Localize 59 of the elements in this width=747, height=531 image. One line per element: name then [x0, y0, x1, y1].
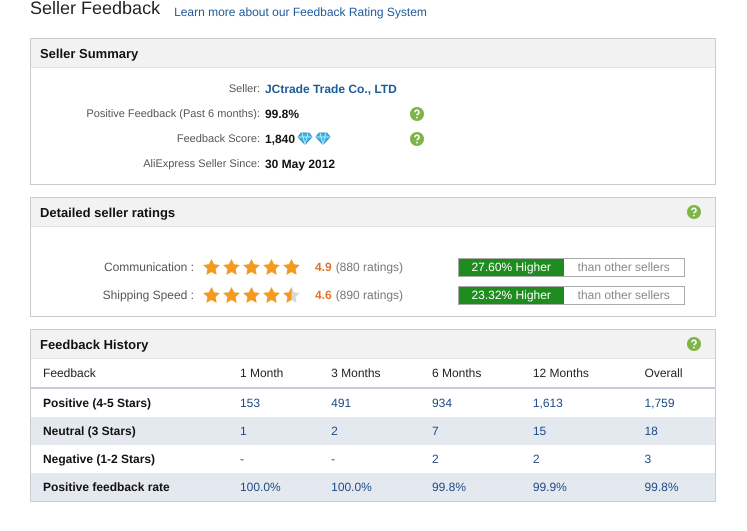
table-cell: 15 — [520, 417, 632, 445]
help-icon[interactable] — [410, 132, 424, 146]
seller-link[interactable]: JCtrade Trade Co., LTD — [265, 82, 397, 96]
field-value: 99.8% — [265, 106, 300, 120]
table-cell: 3 — [632, 445, 715, 473]
table-cell: 99.8% — [420, 473, 521, 501]
field-value: 30 May 2012 — [265, 156, 336, 170]
column-header: Overall — [632, 359, 715, 388]
field-label: Seller: — [228, 82, 260, 94]
row-label: Positive (4-5 Stars) — [31, 388, 228, 417]
table-cell: 1,759 — [632, 388, 715, 417]
field-label: AliExpress Seller Since: — [142, 158, 260, 170]
field-label: Feedback Score: — [176, 132, 260, 144]
comparison-text: than other sellers — [576, 258, 671, 276]
help-icon[interactable] — [687, 205, 701, 219]
rating-label: Communication : — [102, 260, 194, 274]
table-cell: 18 — [632, 417, 715, 445]
column-header: 12 Months — [520, 359, 632, 388]
table-cell: 153 — [228, 388, 320, 417]
rating-count: (880 ratings) — [336, 260, 404, 274]
column-header: 6 Months — [420, 359, 521, 388]
table-cell: 2 — [420, 445, 521, 473]
help-icon[interactable] — [410, 106, 424, 120]
learn-more-link[interactable]: Learn more about our Feedback Rating System — [174, 5, 427, 19]
field-label: Positive Feedback (Past 6 months): — [85, 108, 260, 120]
rating-count: (890 ratings) — [336, 288, 404, 302]
table-cell: 100.0% — [319, 473, 420, 501]
field-value: 1,840 — [265, 132, 296, 146]
table-cell: 7 — [420, 417, 521, 445]
table-cell: 99.9% — [520, 473, 632, 501]
row-label: Positive feedback rate — [31, 473, 228, 501]
table-cell: 2 — [520, 445, 632, 473]
table-cell: 1,613 — [520, 388, 632, 417]
table-cell: 934 — [420, 388, 521, 417]
panel-title: Seller Summary — [40, 46, 138, 60]
page-title: Seller Feedback — [30, 0, 160, 19]
table-cell: 2 — [319, 417, 420, 445]
diamond-icon — [297, 132, 314, 145]
panel-title: Feedback History — [40, 336, 148, 352]
column-header: 3 Months — [319, 359, 420, 388]
table-cell: 99.8% — [632, 473, 715, 501]
table-cell: 1 — [228, 417, 320, 445]
row-label: Neutral (3 Stars) — [31, 417, 228, 445]
table-cell: 491 — [319, 388, 420, 417]
table-cell: 100.0% — [228, 473, 320, 501]
comparison-text: than other sellers — [576, 286, 671, 304]
row-label: Negative (1-2 Stars) — [31, 445, 228, 473]
rating-label: Shipping Speed : — [102, 288, 194, 302]
help-icon[interactable] — [687, 337, 701, 351]
comparison-label: 23.32% Higher — [458, 286, 564, 304]
comparison-label: 27.60% Higher — [458, 258, 564, 276]
table-cell: - — [319, 445, 420, 473]
column-header: Feedback — [31, 359, 228, 388]
rating-score: 4.6 — [315, 288, 332, 302]
panel-title: Detailed seller ratings — [40, 204, 176, 220]
table-cell: - — [228, 445, 320, 473]
rating-score: 4.9 — [315, 260, 332, 274]
diamond-icon — [315, 132, 332, 145]
column-header: 1 Month — [228, 359, 320, 388]
